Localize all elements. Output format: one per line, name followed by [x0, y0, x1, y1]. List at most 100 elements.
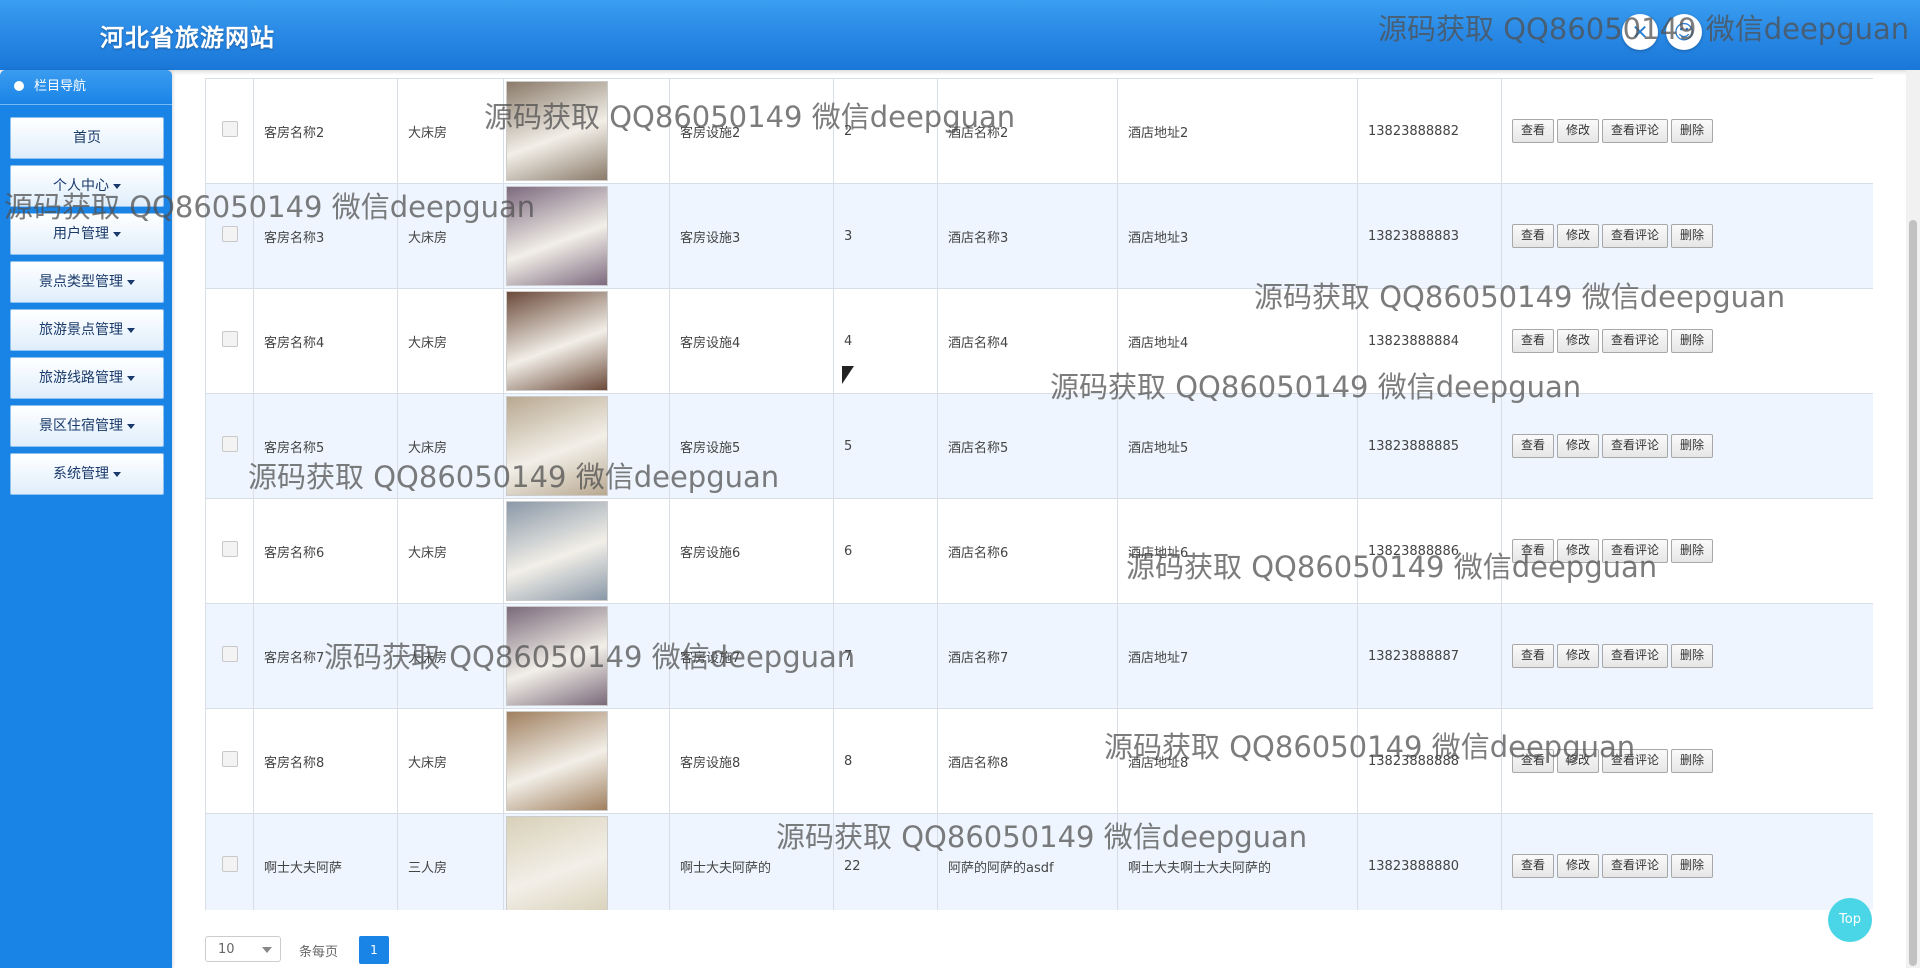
view-comments-button[interactable]: 查看评论 — [1602, 644, 1669, 668]
scrollbar-thumb[interactable] — [1909, 220, 1917, 966]
row-checkbox[interactable] — [221, 226, 238, 242]
edit-button[interactable]: 修改 — [1557, 434, 1600, 458]
cell-phone: 13823888888 — [1357, 708, 1502, 814]
view-button[interactable]: 查看 — [1512, 539, 1555, 563]
room-table-container: 客房名称2 大床房 客房设施2 2 酒店名称2 酒店地址2 13823888882 查看 修改查… — [205, 78, 1873, 910]
actions-cell: 查看 修改 查看评论 删除 — [1501, 78, 1873, 184]
delete-button[interactable]: 删除 — [1671, 119, 1714, 143]
row-checkbox[interactable] — [221, 646, 238, 662]
cell-facility: 客房设施7 — [669, 603, 834, 709]
view-comments-button[interactable]: 查看评论 — [1602, 224, 1669, 248]
row-checkbox-cell — [205, 708, 254, 814]
cell-name: 客房名称4 — [253, 288, 398, 394]
view-comments-button[interactable]: 查看评论 — [1602, 854, 1669, 878]
page-size-select[interactable]: 10 — [205, 936, 281, 962]
cell-facility: 客房设施8 — [669, 708, 834, 814]
page-button-current[interactable]: 1 — [359, 936, 389, 964]
sidebar-item-label: 景区住宿管理 — [39, 418, 123, 434]
edit-button[interactable]: 修改 — [1557, 224, 1600, 248]
delete-button[interactable]: 删除 — [1671, 539, 1714, 563]
actions-cell: 查看 修改 查看评论 删除 — [1501, 288, 1873, 394]
view-comments-button[interactable]: 查看评论 — [1602, 749, 1669, 773]
room-image — [506, 501, 608, 601]
sidebar-item[interactable]: 首页 — [10, 117, 164, 159]
row-checkbox[interactable] — [221, 331, 238, 347]
cell-name: 客房名称3 — [253, 183, 398, 289]
edit-button[interactable]: 修改 — [1557, 329, 1600, 353]
cell-type: 大床房 — [397, 288, 504, 394]
view-comments-button[interactable]: 查看评论 — [1602, 329, 1669, 353]
cell-hotel: 酒店名称8 — [937, 708, 1118, 814]
edit-button[interactable]: 修改 — [1557, 539, 1600, 563]
sidebar-item-label: 旅游线路管理 — [39, 370, 123, 386]
row-checkbox[interactable] — [221, 541, 238, 557]
cell-address: 酒店地址4 — [1117, 288, 1358, 394]
cell-address: 酒店地址3 — [1117, 183, 1358, 289]
caret-down-icon — [127, 327, 135, 333]
table-row: 客房名称4 大床房 客房设施4 4 酒店名称4 酒店地址4 13823888884 查看 修改查… — [205, 288, 1873, 394]
room-image — [506, 816, 608, 910]
view-button[interactable]: 查看 — [1512, 854, 1555, 878]
user-icon[interactable]: ☺ — [1666, 14, 1702, 50]
delete-button[interactable]: 删除 — [1671, 434, 1714, 458]
row-checkbox[interactable] — [221, 436, 238, 452]
view-comments-button[interactable]: 查看评论 — [1602, 539, 1669, 563]
view-comments-button[interactable]: 查看评论 — [1602, 119, 1669, 143]
cell-name: 客房名称7 — [253, 603, 398, 709]
row-checkbox[interactable] — [221, 121, 238, 137]
table-row: 客房名称2 大床房 客房设施2 2 酒店名称2 酒店地址2 13823888882 查看 修改查… — [205, 78, 1873, 184]
view-button[interactable]: 查看 — [1512, 644, 1555, 668]
row-checkbox-cell — [205, 498, 254, 604]
cell-type: 大床房 — [397, 78, 504, 184]
delete-button[interactable]: 删除 — [1671, 224, 1714, 248]
cell-hotel: 酒店名称3 — [937, 183, 1118, 289]
view-button[interactable]: 查看 — [1512, 329, 1555, 353]
cell-hotel: 酒店名称5 — [937, 393, 1118, 499]
cell-name: 啊士大夫阿萨 — [253, 813, 398, 910]
sidebar-title: 栏目导航 — [34, 79, 87, 94]
sidebar-item-label: 用户管理 — [53, 226, 109, 242]
room-image — [506, 711, 608, 811]
view-button[interactable]: 查看 — [1512, 749, 1555, 773]
edit-button[interactable]: 修改 — [1557, 854, 1600, 878]
sidebar-item[interactable]: 个人中心 — [10, 165, 164, 207]
close-fullscreen-icon[interactable]: ✕ — [1622, 14, 1658, 50]
actions-cell: 查看 修改 查看评论 删除 — [1501, 813, 1873, 910]
back-to-top-button[interactable]: Top — [1828, 898, 1872, 942]
cell-facility: 客房设施2 — [669, 78, 834, 184]
sidebar-item[interactable]: 系统管理 — [10, 453, 164, 495]
room-image — [506, 291, 608, 391]
sidebar-item[interactable]: 用户管理 — [10, 213, 164, 255]
cell-address: 啊士大夫啊士大夫阿萨的 — [1117, 813, 1358, 910]
edit-button[interactable]: 修改 — [1557, 119, 1600, 143]
edit-button[interactable]: 修改 — [1557, 749, 1600, 773]
cell-phone: 13823888880 — [1357, 813, 1502, 910]
cell-num: 22 — [833, 813, 938, 910]
scrollbar[interactable] — [1906, 70, 1920, 968]
caret-down-icon — [113, 471, 121, 477]
delete-button[interactable]: 删除 — [1671, 329, 1714, 353]
view-button[interactable]: 查看 — [1512, 434, 1555, 458]
room-image-cell — [503, 498, 670, 604]
sidebar-item-label: 旅游景点管理 — [39, 322, 123, 338]
cell-address: 酒店地址2 — [1117, 78, 1358, 184]
sidebar-item[interactable]: 景点类型管理 — [10, 261, 164, 303]
view-button[interactable]: 查看 — [1512, 119, 1555, 143]
cell-phone: 13823888882 — [1357, 78, 1502, 184]
row-checkbox[interactable] — [221, 751, 238, 767]
sidebar-item[interactable]: 旅游线路管理 — [10, 357, 164, 399]
sidebar-item[interactable]: 景区住宿管理 — [10, 405, 164, 447]
row-checkbox[interactable] — [221, 856, 238, 872]
view-comments-button[interactable]: 查看评论 — [1602, 434, 1669, 458]
sidebar-item[interactable]: 旅游景点管理 — [10, 309, 164, 351]
room-image — [506, 81, 608, 181]
edit-button[interactable]: 修改 — [1557, 644, 1600, 668]
row-checkbox-cell — [205, 288, 254, 394]
row-checkbox-cell — [205, 393, 254, 499]
cell-num: 2 — [833, 78, 938, 184]
room-table: 客房名称2 大床房 客房设施2 2 酒店名称2 酒店地址2 13823888882 查看 修改查… — [205, 78, 1873, 910]
delete-button[interactable]: 删除 — [1671, 854, 1714, 878]
view-button[interactable]: 查看 — [1512, 224, 1555, 248]
delete-button[interactable]: 删除 — [1671, 644, 1714, 668]
delete-button[interactable]: 删除 — [1671, 749, 1714, 773]
